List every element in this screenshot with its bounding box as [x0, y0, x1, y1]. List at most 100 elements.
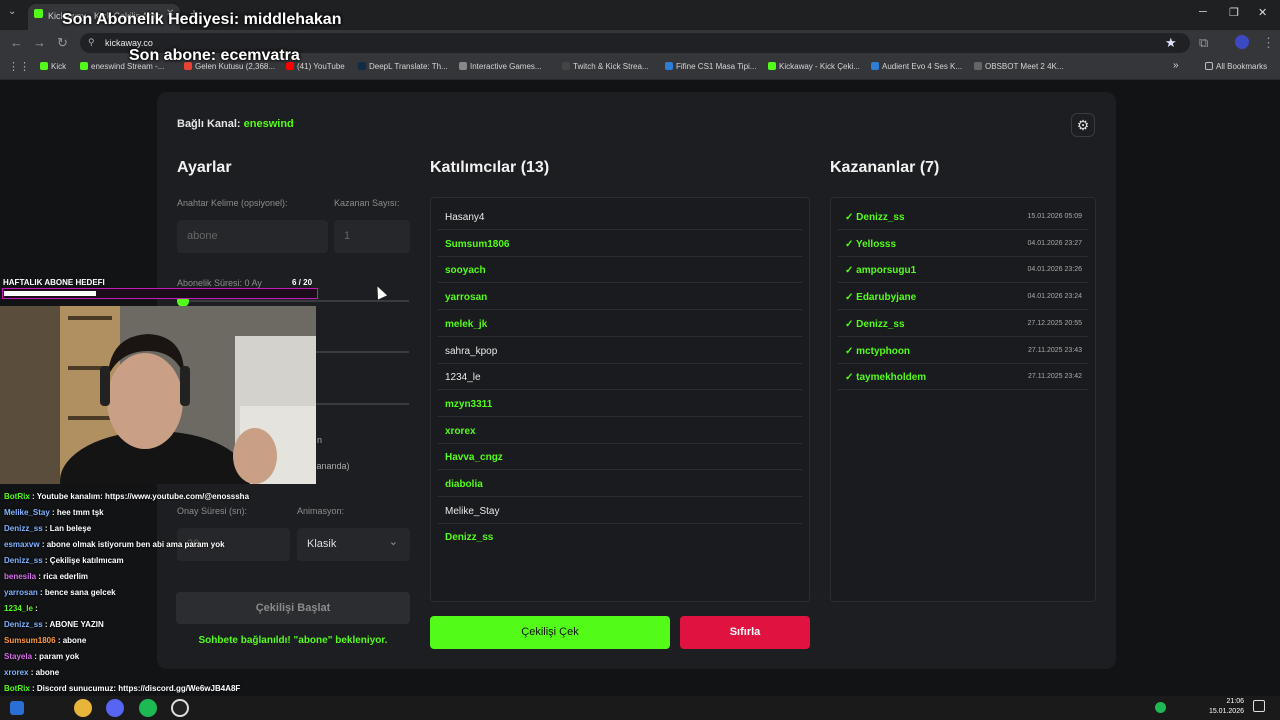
- channel-name: eneswind: [243, 118, 294, 130]
- winner-row: ✓ Edarubyjane 04.01.2026 23:24: [838, 284, 1088, 311]
- participant-row: Sumsum1806: [438, 231, 802, 257]
- taskbar: [0, 696, 1280, 720]
- bookmark-obsbot[interactable]: OBSBOT Meet 2 4K...: [974, 62, 1064, 71]
- winner-name: ✓ Edarubyjane: [845, 292, 917, 304]
- start-icon[interactable]: [10, 701, 24, 715]
- chrome-taskbar-icon[interactable]: [74, 699, 92, 717]
- settings-title: Ayarlar: [177, 159, 232, 176]
- slider-track-2[interactable]: [316, 351, 409, 353]
- minimize-icon[interactable]: ─: [1199, 6, 1207, 18]
- winner-name: ✓ Yellosss: [845, 238, 897, 250]
- chat-username: yarrosan: [4, 588, 38, 597]
- notifications-icon[interactable]: [1253, 700, 1265, 712]
- chat-username: Sumsum1806: [4, 636, 56, 645]
- winners-title: Kazananlar (7): [830, 159, 940, 176]
- all-bookmarks[interactable]: All Bookmarks: [1205, 62, 1267, 71]
- extensions-icon[interactable]: ⧉: [1199, 35, 1208, 51]
- chat-username: Denizz_ss: [4, 524, 43, 533]
- winner-name: ✓ amporsugu1: [845, 265, 917, 277]
- bookmark-kick[interactable]: Kick: [40, 62, 66, 71]
- clock-date[interactable]: 15.01.2026: [1200, 708, 1244, 715]
- chat-username: 1234_le: [4, 604, 33, 613]
- chat-text: ABONE YAZIN: [49, 620, 104, 629]
- forward-icon[interactable]: →: [33, 35, 46, 50]
- chat-username: BotRix: [4, 684, 30, 693]
- chat-text: Çekilişe katılmıcam: [49, 556, 124, 565]
- chat-text: hee tmm tşk: [56, 508, 104, 517]
- weekly-goal-fill: [4, 291, 96, 296]
- winner-row: ✓ mctyphoon 27.11.2025 23:43: [838, 338, 1088, 364]
- bookmark-interactive-games[interactable]: Interactive Games...: [459, 62, 542, 71]
- participant-row: sooyach: [438, 257, 802, 284]
- slider-track-3[interactable]: [316, 403, 409, 405]
- bookmark-audient[interactable]: Audient Evo 4 Ses K...: [871, 62, 962, 71]
- back-icon[interactable]: ←: [10, 35, 23, 50]
- menu-icon[interactable]: ⋮: [1262, 35, 1275, 51]
- chat-text: abone: [35, 668, 60, 677]
- chat-text: Lan beleşe: [49, 524, 92, 533]
- chat-text: bence sana gelcek: [44, 588, 116, 597]
- chat-message: benesila : rica ederlim: [4, 572, 89, 581]
- tab-search-icon[interactable]: ⌄: [8, 6, 16, 17]
- sub-duration-slider[interactable]: [177, 300, 409, 302]
- bookmark-twitch-kick[interactable]: Twitch & Kick Strea...: [562, 62, 649, 71]
- apps-grid-icon[interactable]: ⋮⋮: [8, 60, 30, 73]
- settings-gear-icon[interactable]: ⚙: [1071, 113, 1095, 137]
- chat-message: Melike_Stay : hee tmm tşk: [4, 508, 104, 517]
- close-window-icon[interactable]: ✕: [1258, 6, 1267, 19]
- chat-username: Denizz_ss: [4, 556, 43, 565]
- participant-row: melek_jk: [438, 311, 802, 337]
- winner-name: ✓ taymekholdem: [845, 372, 927, 384]
- clock-time[interactable]: 21:06: [1200, 698, 1244, 705]
- participant-row: Denizz_ss: [445, 532, 494, 544]
- keyword-input[interactable]: abone: [177, 220, 328, 253]
- chat-message: Denizz_ss : Çekilişe katılmıcam: [4, 556, 124, 565]
- chat-message: esmaxvw : abone olmak istiyorum ben abi …: [4, 540, 225, 549]
- chat-overlay: BotRix : Youtube kanalım: https://www.yo…: [0, 478, 330, 709]
- chat-message: yarrosan : bence sana gelcek: [4, 588, 116, 597]
- chat-message: Denizz_ss : Lan beleşe: [4, 524, 92, 533]
- chat-text: abone olmak istiyorum ben abi ama param …: [46, 540, 225, 549]
- chat-message: xrorex : abone: [4, 668, 60, 677]
- profile-avatar[interactable]: [1235, 35, 1249, 49]
- bookmark-star-icon[interactable]: ★: [1165, 35, 1177, 51]
- spotify-tray-icon[interactable]: [1155, 702, 1166, 713]
- winner-row: ✓ taymekholdem 27.11.2025 23:42: [838, 364, 1088, 391]
- participant-row: Havva_cngz: [438, 444, 802, 471]
- participant-row: xrorex: [438, 418, 802, 444]
- winner-date: 27.11.2025 23:42: [1028, 373, 1082, 381]
- winner-count-input[interactable]: 1: [334, 220, 410, 253]
- participant-row: Hasany4: [438, 204, 802, 230]
- participant-row: sahra_kpop: [438, 338, 802, 364]
- winner-row: ✓ Yellosss 04.01.2026 23:27: [838, 231, 1088, 257]
- bookmark-fifine[interactable]: Fifine CS1 Masa Tipi...: [665, 62, 756, 71]
- latest-sub-text: Son abone: ecemvatra: [129, 47, 300, 64]
- winner-date: 27.12.2025 20:55: [1027, 319, 1083, 327]
- discord-taskbar-icon[interactable]: [106, 699, 124, 717]
- chat-username: benesila: [4, 572, 37, 581]
- chat-message: 1234_le :: [4, 604, 38, 613]
- participant-row: yarrosan: [438, 284, 802, 311]
- bookmark-deepl[interactable]: DeepL Translate: Th...: [358, 62, 448, 71]
- chat-message: BotRix : Youtube kanalım: https://www.yo…: [4, 492, 250, 501]
- reload-icon[interactable]: ↻: [57, 35, 68, 51]
- obs-taskbar-icon[interactable]: [171, 699, 189, 717]
- participant-row: mzyn3311: [438, 391, 802, 417]
- reset-button[interactable]: Sıfırla: [680, 616, 810, 649]
- site-info-icon[interactable]: ⚲: [88, 37, 95, 48]
- chat-username: Melike_Stay: [4, 508, 50, 517]
- more-bookmarks-icon[interactable]: »: [1173, 60, 1179, 71]
- kick-favicon-icon: [34, 9, 43, 18]
- weekly-goal-count: 6 / 20: [292, 278, 313, 287]
- winner-date: 27.11.2025 23:43: [1028, 346, 1082, 354]
- spotify-taskbar-icon[interactable]: [139, 699, 157, 717]
- draw-winner-button[interactable]: Çekilişi Çek: [430, 616, 670, 649]
- participant-row: 1234_le: [438, 364, 802, 391]
- maximize-icon[interactable]: ❐: [1229, 6, 1239, 19]
- connected-channel: Bağlı Kanal: eneswind: [177, 118, 294, 130]
- winner-name: ✓ Denizz_ss: [845, 212, 905, 223]
- chat-text: abone: [62, 636, 87, 645]
- winner-date: 04.01.2026 23:24: [1027, 293, 1083, 301]
- bookmark-kickaway[interactable]: Kickaway - Kick Çeki...: [768, 62, 860, 71]
- chat-message: Sumsum1806 : abone: [4, 636, 87, 645]
